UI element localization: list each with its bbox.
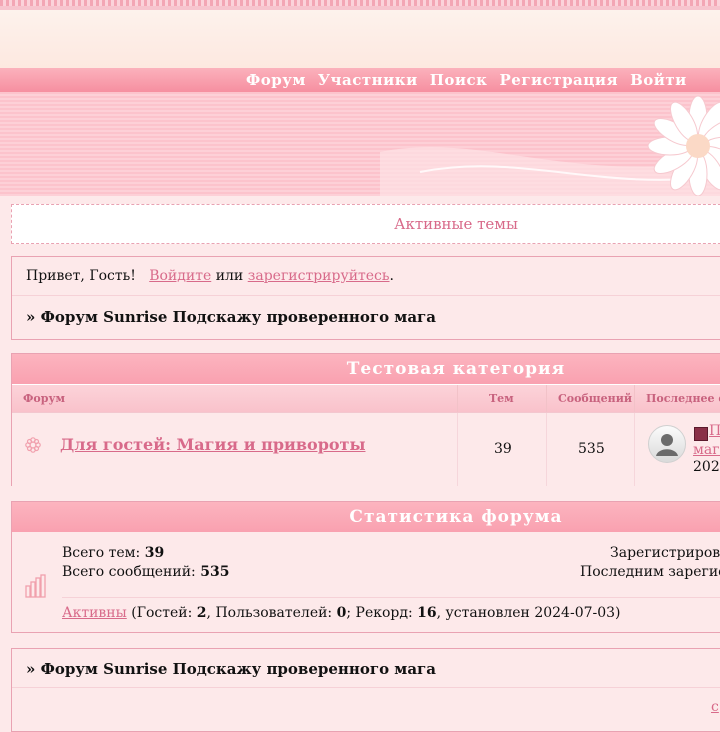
col-divider: [634, 385, 635, 412]
nav-members[interactable]: Участники: [318, 71, 418, 89]
active-topics-bar: Активные темы: [11, 204, 720, 244]
guests-value: 2: [196, 605, 207, 621]
nav-bar: Форум Участники Поиск Регистрация Войти: [0, 68, 720, 92]
registered-label: Зарегистрирова: [610, 545, 720, 561]
forum-link[interactable]: Для гостей: Магия и привороты: [60, 435, 366, 454]
divider: [12, 295, 720, 296]
nav-forum[interactable]: Форум: [246, 71, 306, 89]
category-title[interactable]: Тестовая категория: [12, 354, 720, 384]
period-text: .: [389, 268, 394, 284]
nav-login[interactable]: Войти: [630, 71, 687, 89]
posts-total-label: Всего сообщений:: [62, 564, 196, 580]
main-nav: Форум Участники Поиск Регистрация Войти: [246, 68, 687, 92]
col-divider: [546, 385, 547, 412]
col-divider: [457, 385, 458, 412]
guests-label: (Гостей:: [131, 605, 193, 621]
site-header: [0, 10, 720, 69]
posts-total: Всего сообщений: 535: [62, 564, 229, 580]
stats-block: Статистика форума Всего тем: 39 Всего со…: [11, 501, 720, 633]
active-users-link[interactable]: Активны: [62, 605, 127, 621]
login-link[interactable]: Войдите: [149, 268, 211, 284]
or-text: или: [215, 268, 244, 284]
col-posts: Сообщений: [558, 392, 633, 405]
online-line: Активны (Гостей: 2, Пользователей: 0; Ре…: [62, 605, 621, 621]
last-post-link[interactable]: П: [709, 423, 720, 439]
stats-chart-icon: [25, 574, 46, 598]
greeting-text: Привет, Гость!: [26, 268, 136, 284]
last-post-icon[interactable]: [694, 427, 708, 441]
banner-decor: [380, 95, 720, 196]
divider: [62, 597, 720, 598]
header-banner: [0, 92, 720, 196]
nav-search[interactable]: Поиск: [430, 71, 488, 89]
col-divider: [546, 413, 547, 486]
record-date: , установлен 2024-07-03): [436, 605, 621, 621]
posts-total-value: 535: [200, 564, 230, 580]
active-topics-link[interactable]: Активные темы: [234, 215, 518, 233]
forum-flower-icon: [25, 437, 41, 453]
nav-register[interactable]: Регистрация: [500, 71, 619, 89]
forum-posts-count: 535: [578, 441, 605, 457]
welcome-line: Привет, Гость! Войдите или зарегистрируй…: [26, 268, 394, 284]
users-label: , Пользователей:: [206, 605, 333, 621]
avatar[interactable]: [648, 425, 686, 463]
col-last: Последнее с: [646, 392, 720, 405]
category-header-row: Форум Тем Сообщений Последнее с: [12, 384, 720, 412]
footer-link[interactable]: с: [711, 699, 719, 715]
topics-total-value: 39: [144, 545, 165, 561]
breadcrumb[interactable]: » Форум Sunrise Подскажу проверенного ма…: [26, 308, 436, 326]
user-silhouette-icon: [656, 434, 678, 456]
col-divider: [634, 413, 635, 486]
category-block: Тестовая категория Форум Тем Сообщений П…: [11, 353, 720, 486]
forum-topics-count: 39: [494, 441, 512, 457]
footer-box: » Форум Sunrise Подскажу проверенного ма…: [11, 648, 720, 732]
topics-total-label: Всего тем:: [62, 545, 141, 561]
col-topics: Тем: [489, 392, 514, 405]
footer-breadcrumb[interactable]: » Форум Sunrise Подскажу проверенного ма…: [26, 660, 436, 678]
col-forum: Форум: [23, 392, 66, 405]
last-post-link-cont[interactable]: мага: [693, 442, 720, 458]
register-link[interactable]: зарегистрируйтесь: [248, 268, 390, 284]
last-post-date: 2025: [693, 459, 720, 475]
topics-total: Всего тем: 39: [62, 545, 164, 561]
stats-title: Статистика форума: [12, 502, 720, 532]
forum-row: Для гостей: Магия и привороты 39 535 П м…: [12, 412, 720, 486]
last-registered-label: Последним зарегист: [580, 564, 720, 580]
divider: [12, 687, 720, 688]
col-divider: [457, 413, 458, 486]
record-value: 16: [417, 605, 437, 621]
welcome-box: Привет, Гость! Войдите или зарегистрируй…: [11, 256, 720, 340]
record-label: ; Рекорд:: [346, 605, 413, 621]
users-value: 0: [336, 605, 347, 621]
